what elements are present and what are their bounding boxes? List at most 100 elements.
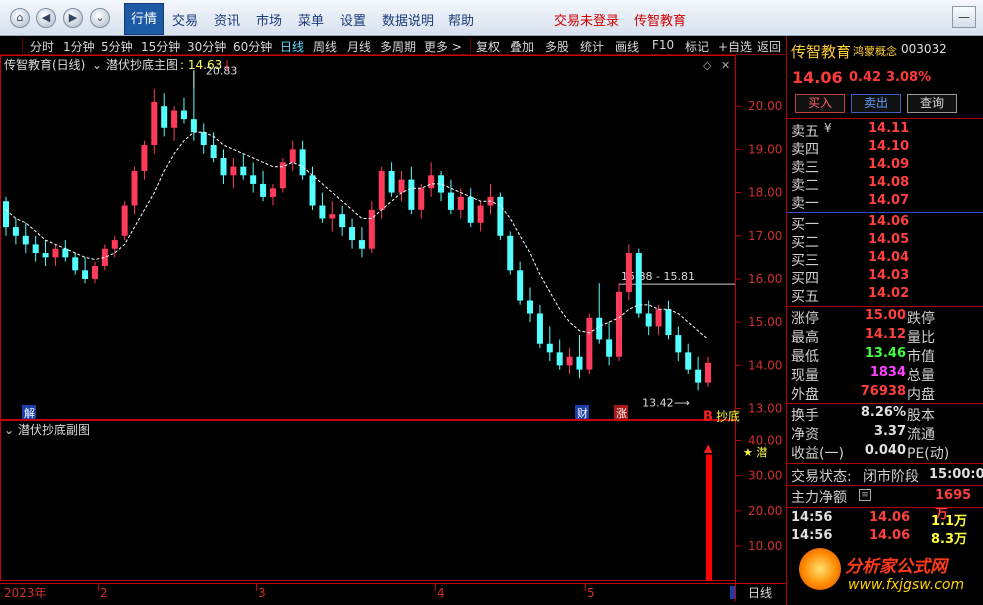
current-price: 14.06 [792,68,843,87]
marker-jie[interactable]: 解 [24,406,35,420]
menu-hangqing[interactable]: 行情 [124,3,165,35]
candle-body [705,362,711,383]
candle-body [260,183,267,197]
forward-icon[interactable]: ▶ [63,8,83,28]
period-multi[interactable]: 多周期 [380,38,416,55]
stat-row: 换手 8.26% 股本 [791,405,935,424]
period-tag[interactable]: 日线 [748,586,772,600]
buy-row[interactable]: 买二 14.05 [790,232,980,251]
menu-caidan[interactable]: 菜单 [298,10,324,29]
collapse-icon[interactable]: ⌄ [90,8,110,28]
period-more[interactable]: 更多 > [424,38,462,55]
minimize-icon[interactable]: — [952,6,976,28]
period-month[interactable]: 月线 [347,38,371,55]
menu-zixun[interactable]: 资讯 [214,10,240,29]
watermark-logo-icon [799,548,841,590]
menu-data-explain[interactable]: 数据说明 [382,10,434,29]
close-pane-icon[interactable]: ✕ [721,59,730,72]
diamond-icon[interactable]: ◇ [703,59,712,72]
candle-body [685,352,692,370]
action-duogu[interactable]: 多股 [545,38,569,55]
period-week[interactable]: 周线 [313,38,337,55]
range-label: 15.88 - 15.81 [621,270,695,283]
period-fenshi[interactable]: 分时 [30,38,54,55]
buy-button[interactable]: 买入 [795,94,845,113]
y-tick-label: 30.00 [748,469,782,483]
sub-signal-bar [706,454,712,581]
buy-row[interactable]: 买五 14.02 [790,286,980,305]
sell-row[interactable]: 卖三 14.09 [790,157,980,176]
stat-row: 收益(一) 0.040 PE(动) [791,443,950,462]
y-tick-label: 15.00 [748,315,782,329]
x-label-feb: 2 [100,586,108,600]
action-back[interactable]: 返回 [757,38,781,55]
stat-row: 现量 1834 总量 [791,365,935,384]
candle-body [507,235,514,271]
y-tick-label: 20.00 [748,99,782,113]
stock-title: 传智教育 [791,43,852,61]
period-30min[interactable]: 30分钟 [187,38,226,55]
candle-body [3,201,9,228]
yen-icon: ¥ [824,121,832,135]
candle-body [190,119,197,133]
menu-help[interactable]: 帮助 [448,10,474,29]
marker-cai[interactable]: 财 [577,406,588,420]
period-60min[interactable]: 60分钟 [233,38,272,55]
y-tick-label: 14.00 [748,358,782,372]
action-diejia[interactable]: 叠加 [510,38,534,55]
sell-row[interactable]: 卖四 14.10 [790,139,980,158]
menu-jiaoyi[interactable]: 交易 [172,10,198,29]
sell-button[interactable]: 卖出 [851,94,901,113]
candles [3,70,711,391]
list-icon[interactable]: ≡ [859,489,871,501]
action-biaoji[interactable]: 标记 [685,38,709,55]
watermark-url: www.fxjgsw.com [848,577,965,593]
y-tick-label: 10.00 [748,539,782,553]
candle-body [467,196,474,223]
back-icon[interactable]: ◀ [36,8,56,28]
trade-status: 闭市阶段 [863,469,919,485]
sub-bar-arrow-icon: ▲ [704,442,713,455]
action-tongji[interactable]: 统计 [580,38,604,55]
period-5min[interactable]: 5分钟 [101,38,133,55]
high-label: 20.83 [206,64,238,77]
candle-body [180,110,187,120]
buy-row[interactable]: 买一 14.06 [790,214,980,233]
candle-body [200,132,207,146]
period-1min[interactable]: 1分钟 [63,38,95,55]
indicator-main-name[interactable]: 潜伏抄底主图 [106,57,178,72]
period-15min[interactable]: 15分钟 [141,38,180,55]
sell-row[interactable]: 卖二 14.08 [790,175,980,194]
action-huaxian[interactable]: 画线 [615,38,639,55]
candle-body [566,356,573,366]
candle-body [240,166,247,176]
scroll-thumb[interactable] [730,586,735,599]
quote-panel: 传智教育 鸿蒙概念 003032 14.06 0.42 3.08% 买入 卖出 … [786,36,983,605]
buy-row[interactable]: 买三 14.04 [790,250,980,269]
menu-shichang[interactable]: 市场 [256,10,282,29]
action-fuquan[interactable]: 复权 [476,38,500,55]
login-status[interactable]: 交易未登录 [554,10,619,29]
marker-zhang[interactable]: 涨 [616,407,627,420]
candle-body [616,291,623,357]
collapse-sub-icon[interactable]: ⌄ [4,423,14,437]
collapse-main-icon[interactable]: ⌄ [92,58,102,72]
concept-tag[interactable]: 鸿蒙概念 [853,43,897,59]
kline-chart[interactable]: 传智教育(日线) ⌄ 潜伏抄底主图 : 14.63 ↓ ◇ ✕ ⌄ 潜伏抄底副图… [0,55,786,601]
sell-row[interactable]: 卖一 14.07 [790,193,980,212]
candle-body [289,149,296,163]
stat-row: 净资 3.37 流通 [791,424,935,443]
period-toolbar: 分时 1分钟 5分钟 15分钟 30分钟 60分钟 日线 周线 月线 多周期 更… [0,36,786,55]
query-button[interactable]: 查询 [907,94,957,113]
sub-signal-text: ★ 潜 [743,445,767,459]
low-arrow-icon: ⟶ [674,396,690,409]
action-add-watch[interactable]: +自选 [718,38,752,55]
home-icon[interactable]: ⌂ [10,8,30,28]
indicator-sub-name[interactable]: 潜伏抄底副图 [18,422,90,437]
menu-shezhi[interactable]: 设置 [340,10,366,29]
buy-row[interactable]: 买四 14.03 [790,268,980,287]
tick-row: 14:56 14.06 1.1万 [791,510,968,529]
action-f10[interactable]: F10 [652,38,674,52]
sell-row[interactable]: 卖五 ¥14.11 [790,121,980,140]
period-day[interactable]: 日线 [280,38,304,55]
